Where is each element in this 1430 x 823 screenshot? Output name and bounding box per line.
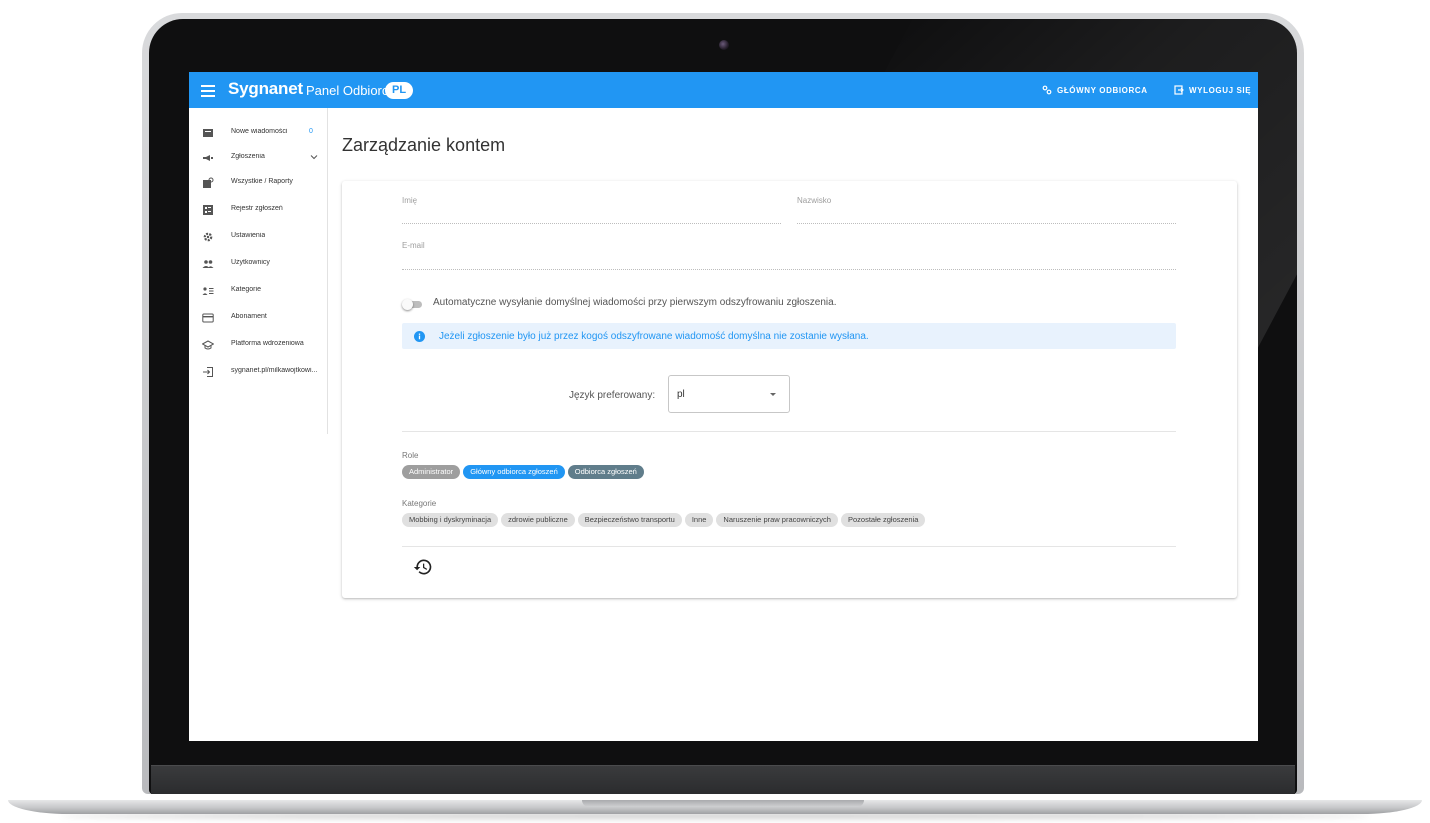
roles-chips: Administrator Główny odbiorca zgłoszeń O… bbox=[402, 465, 644, 479]
sidebar-item-label: Platforma wdrożeniowa bbox=[231, 340, 304, 347]
preferred-language-select[interactable]: pl bbox=[668, 375, 790, 413]
reports-icon bbox=[203, 177, 214, 188]
megaphone-icon bbox=[203, 155, 213, 161]
sidebar-item-label: Zgłoszenia bbox=[231, 153, 265, 160]
category-chip: Bezpieczeństwo transportu bbox=[577, 513, 682, 527]
sidebar-item-label: Nowe wiadomości bbox=[231, 128, 288, 135]
new-messages-count-badge: 0 bbox=[309, 128, 313, 135]
dropdown-arrow-icon bbox=[770, 393, 776, 396]
sidebar-item-label: Rejestr zgłoszeń bbox=[231, 205, 283, 212]
users-icon bbox=[202, 260, 214, 268]
sidebar-item-subscription[interactable]: Abonament bbox=[189, 307, 327, 329]
graduation-cap-icon bbox=[202, 340, 214, 350]
app-screen: Sygnanet Panel Odbiorcy PL GŁÓWNY ODBIOR… bbox=[189, 72, 1258, 741]
first-name-input[interactable] bbox=[402, 209, 781, 224]
hamburger-menu-icon[interactable] bbox=[201, 82, 215, 98]
main-recipient-button[interactable]: GŁÓWNY ODBIORCA bbox=[1042, 85, 1148, 95]
laptop-chin bbox=[151, 765, 1295, 794]
sidebar-item-label: sygnanet.pl/milkawojtkowi... bbox=[231, 367, 318, 374]
sidebar-item-users[interactable]: Użytkownicy bbox=[189, 253, 327, 275]
preferred-language-label: Język preferowany: bbox=[569, 390, 656, 401]
sidebar-item-label: Abonament bbox=[231, 313, 267, 320]
webcam-icon bbox=[719, 40, 729, 50]
app-logo[interactable]: Sygnanet bbox=[228, 79, 303, 99]
category-chip: Pozostałe zgłoszenia bbox=[840, 513, 926, 527]
sidebar-item-label: Użytkownicy bbox=[231, 259, 270, 266]
toggle-thumb bbox=[402, 299, 413, 310]
categories-chips: Mobbing i dyskryminacja zdrowie publiczn… bbox=[402, 513, 926, 527]
info-icon bbox=[414, 331, 425, 342]
sidebar-item-categories[interactable]: Kategorie bbox=[189, 280, 327, 302]
sidebar-item-label: Kategorie bbox=[231, 286, 261, 293]
gear-icon bbox=[203, 232, 213, 242]
email-input[interactable] bbox=[402, 255, 1176, 270]
page-title: Zarządzanie kontem bbox=[342, 135, 506, 155]
sidebar-item-all-reports[interactable]: Wszystkie / Raporty bbox=[189, 172, 327, 194]
category-chip: zdrowie publiczne bbox=[501, 513, 575, 527]
laptop-base-notch bbox=[582, 800, 864, 807]
info-alert-text: Jeżeli zgłoszenie było już przez kogoś o… bbox=[439, 331, 869, 342]
first-name-label: Imię bbox=[402, 196, 418, 205]
preferred-language-value: pl bbox=[677, 389, 685, 400]
last-name-label: Nazwisko bbox=[797, 196, 832, 205]
categories-label: Kategorie bbox=[402, 499, 437, 508]
info-alert: Jeżeli zgłoszenie było już przez kogoś o… bbox=[402, 323, 1176, 349]
logout-button[interactable]: WYLOGUJ SIĘ bbox=[1174, 85, 1251, 95]
role-chip-main-recipient: Główny odbiorca zgłoszeń bbox=[463, 465, 565, 479]
last-name-input[interactable] bbox=[797, 209, 1176, 224]
switch-role-icon bbox=[1042, 85, 1052, 95]
account-form-card: Imię Nazwisko E-mail Automatyczne wysyła… bbox=[342, 181, 1237, 598]
sidebar-item-label: Wszystkie / Raporty bbox=[231, 178, 293, 185]
sidebar-item-new-messages[interactable]: Nowe wiadomości 0 bbox=[189, 122, 327, 144]
chevron-down-icon bbox=[310, 155, 318, 160]
sidebar-item-settings[interactable]: Ustawienia bbox=[189, 226, 327, 248]
sidebar: Nowe wiadomości 0 Zgłoszenia Wszystkie /… bbox=[189, 108, 328, 434]
roles-label: Role bbox=[402, 451, 419, 460]
panel-title: Panel Odbiorcy bbox=[306, 83, 395, 98]
sidebar-item-label: Ustawienia bbox=[231, 232, 266, 239]
main-recipient-label: GŁÓWNY ODBIORCA bbox=[1057, 85, 1148, 95]
auto-message-toggle-label: Automatyczne wysyłanie domyślnej wiadomo… bbox=[433, 297, 837, 308]
categories-icon bbox=[202, 287, 214, 295]
category-chip: Naruszenie praw pracowniczych bbox=[716, 513, 838, 527]
category-chip: Inne bbox=[684, 513, 714, 527]
logout-label: WYLOGUJ SIĘ bbox=[1189, 85, 1252, 95]
sidebar-item-login-link[interactable]: sygnanet.pl/milkawojtkowi... bbox=[189, 361, 327, 383]
history-icon[interactable] bbox=[413, 557, 433, 577]
inbox-icon bbox=[203, 129, 213, 137]
sidebar-item-register[interactable]: Rejestr zgłoszeń bbox=[189, 199, 327, 221]
email-label: E-mail bbox=[402, 241, 425, 250]
top-app-bar: Sygnanet Panel Odbiorcy PL GŁÓWNY ODBIOR… bbox=[189, 72, 1258, 108]
section-divider bbox=[402, 431, 1176, 432]
auto-message-toggle[interactable] bbox=[402, 299, 424, 310]
login-link-icon bbox=[203, 367, 213, 377]
section-divider bbox=[402, 546, 1176, 547]
register-icon bbox=[203, 205, 213, 215]
language-badge[interactable]: PL bbox=[385, 82, 414, 99]
category-chip: Mobbing i dyskryminacja bbox=[402, 513, 499, 527]
role-chip-recipient: Odbiorca zgłoszeń bbox=[567, 465, 644, 479]
sidebar-item-onboarding-platform[interactable]: Platforma wdrożeniowa bbox=[189, 334, 327, 356]
credit-card-icon bbox=[202, 313, 214, 323]
role-chip-administrator: Administrator bbox=[402, 465, 461, 479]
sidebar-item-reports[interactable]: Zgłoszenia bbox=[189, 147, 327, 169]
logout-icon bbox=[1174, 85, 1184, 95]
